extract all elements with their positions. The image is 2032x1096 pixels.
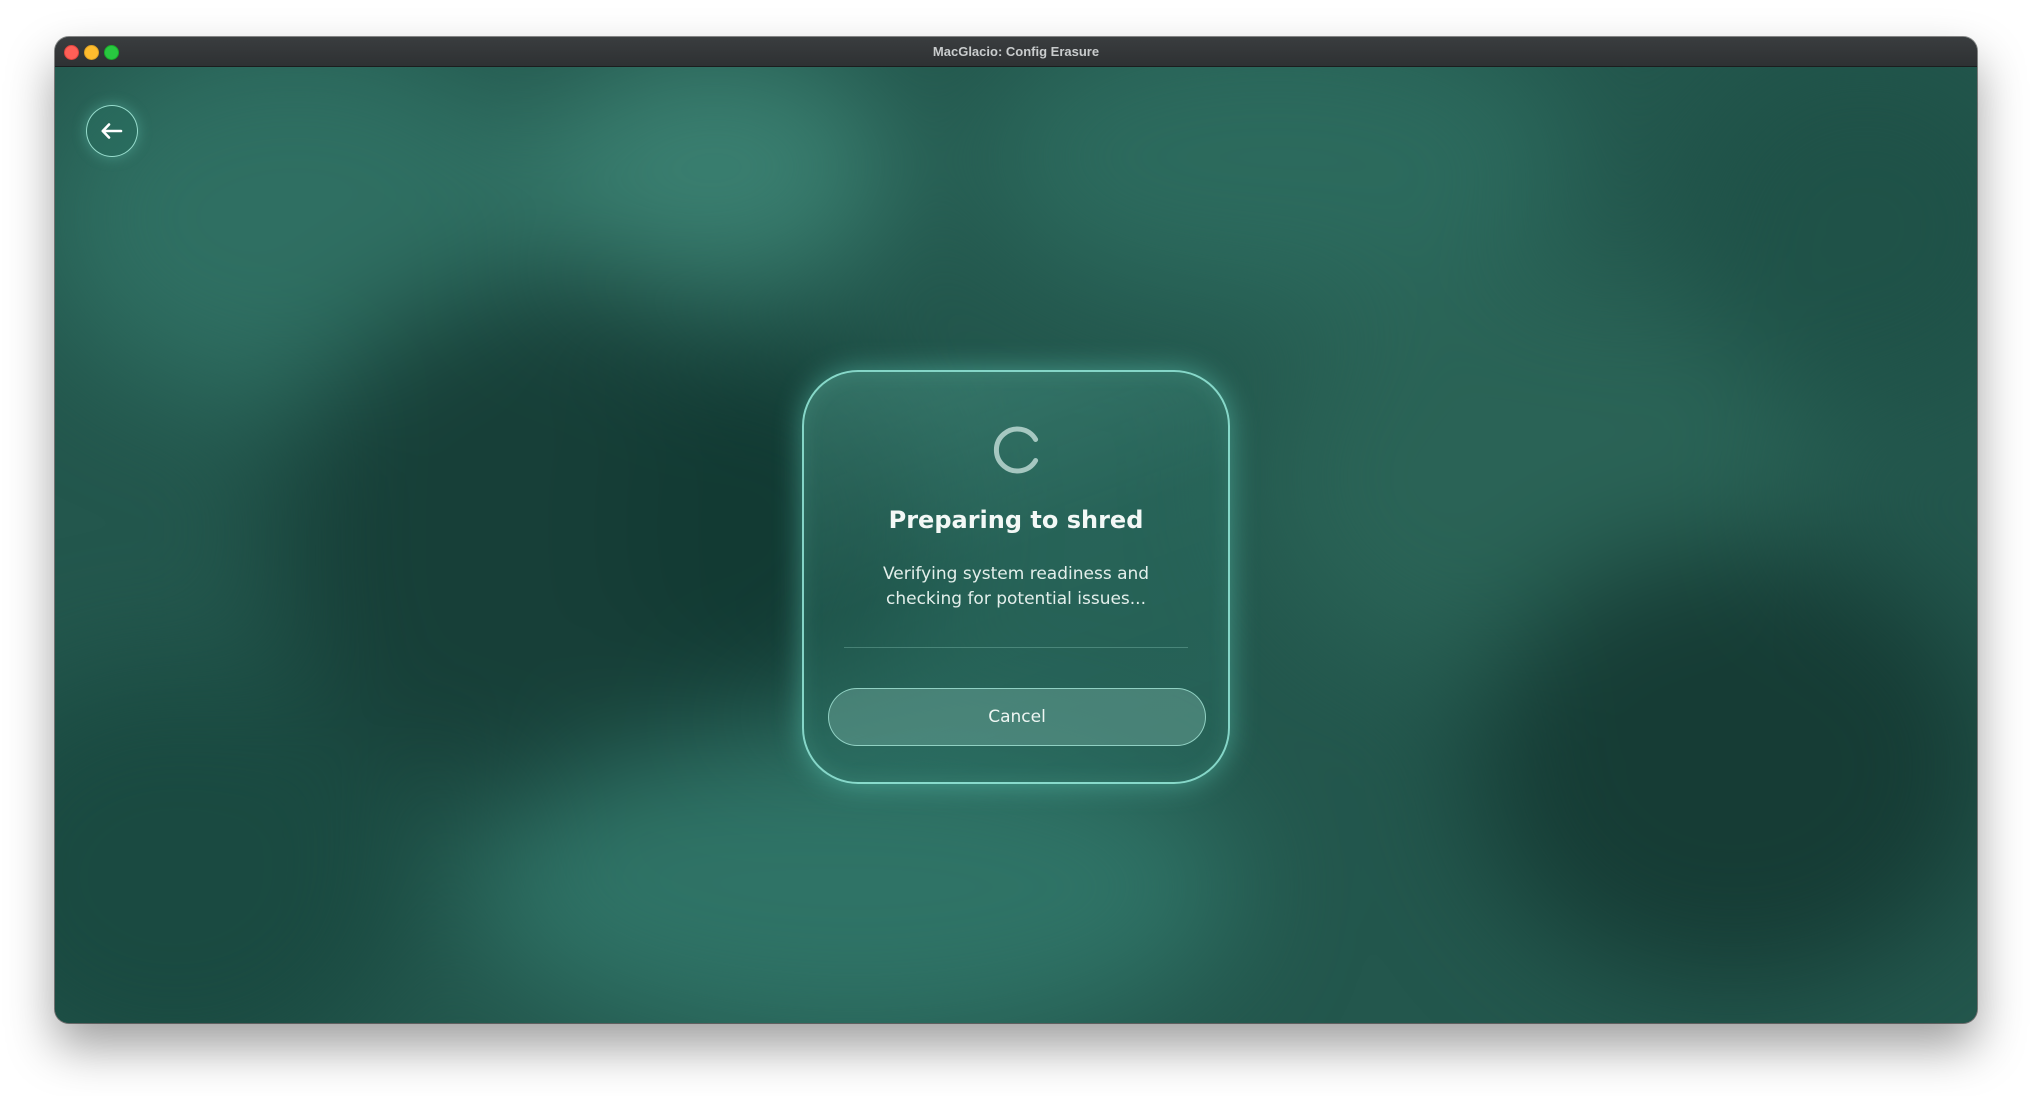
shred-progress-dialog: Preparing to shred Verifying system read… — [802, 370, 1230, 784]
title-bar[interactable]: MacGlacio: Config Erasure — [55, 37, 1977, 67]
cancel-button[interactable]: Cancel — [828, 688, 1206, 746]
dialog-title: Preparing to shred — [888, 506, 1144, 534]
arrow-left-icon — [101, 123, 123, 139]
dialog-message: Verifying system readiness and checking … — [882, 564, 1150, 609]
divider — [844, 647, 1188, 648]
loading-spinner-icon — [993, 426, 1039, 474]
window-title: MacGlacio: Config Erasure — [932, 44, 1100, 59]
main-content: Preparing to shred Verifying system read… — [55, 67, 1977, 1023]
back-button[interactable] — [86, 105, 138, 157]
app-window: MacGlacio: Config Erasure Preparing to s… — [55, 37, 1977, 1023]
